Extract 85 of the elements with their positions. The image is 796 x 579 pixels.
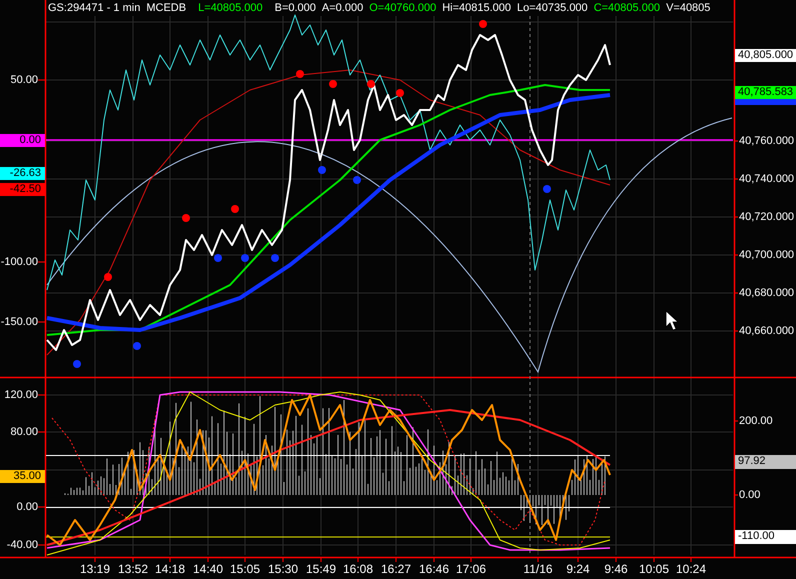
quote-field: L=40805.000 — [198, 1, 263, 15]
signal-dot — [318, 166, 326, 174]
quote-field: B=0.000 — [274, 1, 316, 15]
signal-dot — [329, 80, 337, 88]
tick-mark — [734, 420, 738, 422]
tick-mark — [282, 558, 284, 562]
tick-mark — [244, 558, 246, 562]
quote-field: V=40805 — [666, 1, 710, 15]
quote-field: MCEDB — [146, 1, 186, 15]
tick-mark — [734, 178, 738, 180]
signal-dot — [133, 342, 141, 350]
value-marker: 97.92 — [735, 455, 796, 469]
time-label: 9:24 — [565, 563, 591, 576]
signal-dot — [353, 176, 361, 184]
axis-label: 40,760.000 — [739, 135, 794, 148]
time-label: 14:18 — [154, 563, 186, 576]
time-label: 11/16 — [522, 563, 554, 576]
signal-dot — [182, 214, 190, 222]
axis-label: 0.00 — [739, 489, 760, 502]
tick-mark — [38, 506, 46, 508]
signal-dot — [271, 254, 279, 262]
tick-mark — [38, 544, 46, 546]
time-label: 13:52 — [116, 563, 150, 576]
axis-label: 40,720.000 — [739, 211, 794, 224]
value-marker: 0.00 — [0, 134, 45, 147]
value-marker: 40,805.000 — [735, 49, 796, 62]
axis-label: 50.00 — [9, 74, 38, 87]
value-marker: -42.50 — [0, 183, 45, 196]
tick-mark — [470, 558, 472, 562]
signal-dot — [396, 89, 404, 97]
axis-label: -40.00 — [6, 539, 38, 552]
signal-dot — [241, 254, 249, 262]
quote-field: Hi=40815.000 — [442, 1, 512, 15]
axis-label: 120.00 — [3, 389, 38, 402]
axis-label: 40,740.000 — [739, 173, 794, 186]
time-label: 15:05 — [228, 563, 262, 576]
signal-dot — [479, 20, 487, 28]
axis-label: 40,700.000 — [739, 249, 794, 262]
signal-dot — [73, 360, 81, 368]
time-label: 13:19 — [78, 563, 112, 576]
value-marker: -110.00 — [735, 530, 796, 544]
signal-dot — [231, 205, 239, 213]
time-label: 14:40 — [192, 563, 224, 576]
tick-mark — [690, 558, 692, 562]
axis-label: 40,680.000 — [739, 287, 794, 300]
signal-dot — [214, 254, 222, 262]
signal-dot — [104, 273, 112, 281]
quote-field: A=0.000 — [322, 1, 364, 15]
time-label: 15:49 — [304, 563, 338, 576]
tick-mark — [38, 394, 46, 396]
axis-label: 0.00 — [16, 501, 38, 514]
tick-mark — [94, 558, 96, 562]
tick-mark — [132, 558, 134, 562]
axis-label: -100.00 — [0, 256, 38, 269]
time-label: 16:46 — [418, 563, 450, 576]
time-label: 10:24 — [674, 563, 708, 576]
tick-mark — [734, 292, 738, 294]
quote-field: Lo=40735.000 — [517, 1, 588, 15]
time-label: 16:08 — [342, 563, 374, 576]
tick-mark — [320, 558, 322, 562]
mouse-cursor-icon — [666, 310, 680, 330]
value-marker: 35.00 — [0, 470, 45, 483]
time-label: 15:30 — [266, 563, 300, 576]
time-label: 9:46 — [603, 563, 629, 576]
tick-mark — [734, 216, 738, 218]
quote-field: C=40805.000 — [594, 1, 660, 15]
value-marker: -26.63 — [0, 167, 45, 180]
tick-mark — [734, 140, 738, 142]
tick-mark — [734, 494, 738, 496]
tick-mark — [734, 254, 738, 256]
time-label: 17:06 — [454, 563, 488, 576]
axis-label: -150.00 — [0, 316, 38, 329]
axis-label: 200.00 — [739, 415, 773, 428]
time-label: 10:05 — [638, 563, 670, 576]
axis-label: 80.00 — [9, 426, 38, 439]
signal-dot — [367, 80, 375, 88]
trend-marker — [735, 99, 796, 105]
tick-mark — [734, 330, 738, 332]
value-marker: 40,785.583 — [735, 86, 796, 99]
time-label: 16:27 — [380, 563, 412, 576]
signal-dot — [296, 70, 304, 78]
axis-label: 40,660.000 — [739, 325, 794, 338]
signal-dot — [543, 185, 551, 193]
quote-field: O=40760.000 — [369, 1, 436, 15]
quote-field: GS:294471 - 1 min — [48, 1, 140, 15]
